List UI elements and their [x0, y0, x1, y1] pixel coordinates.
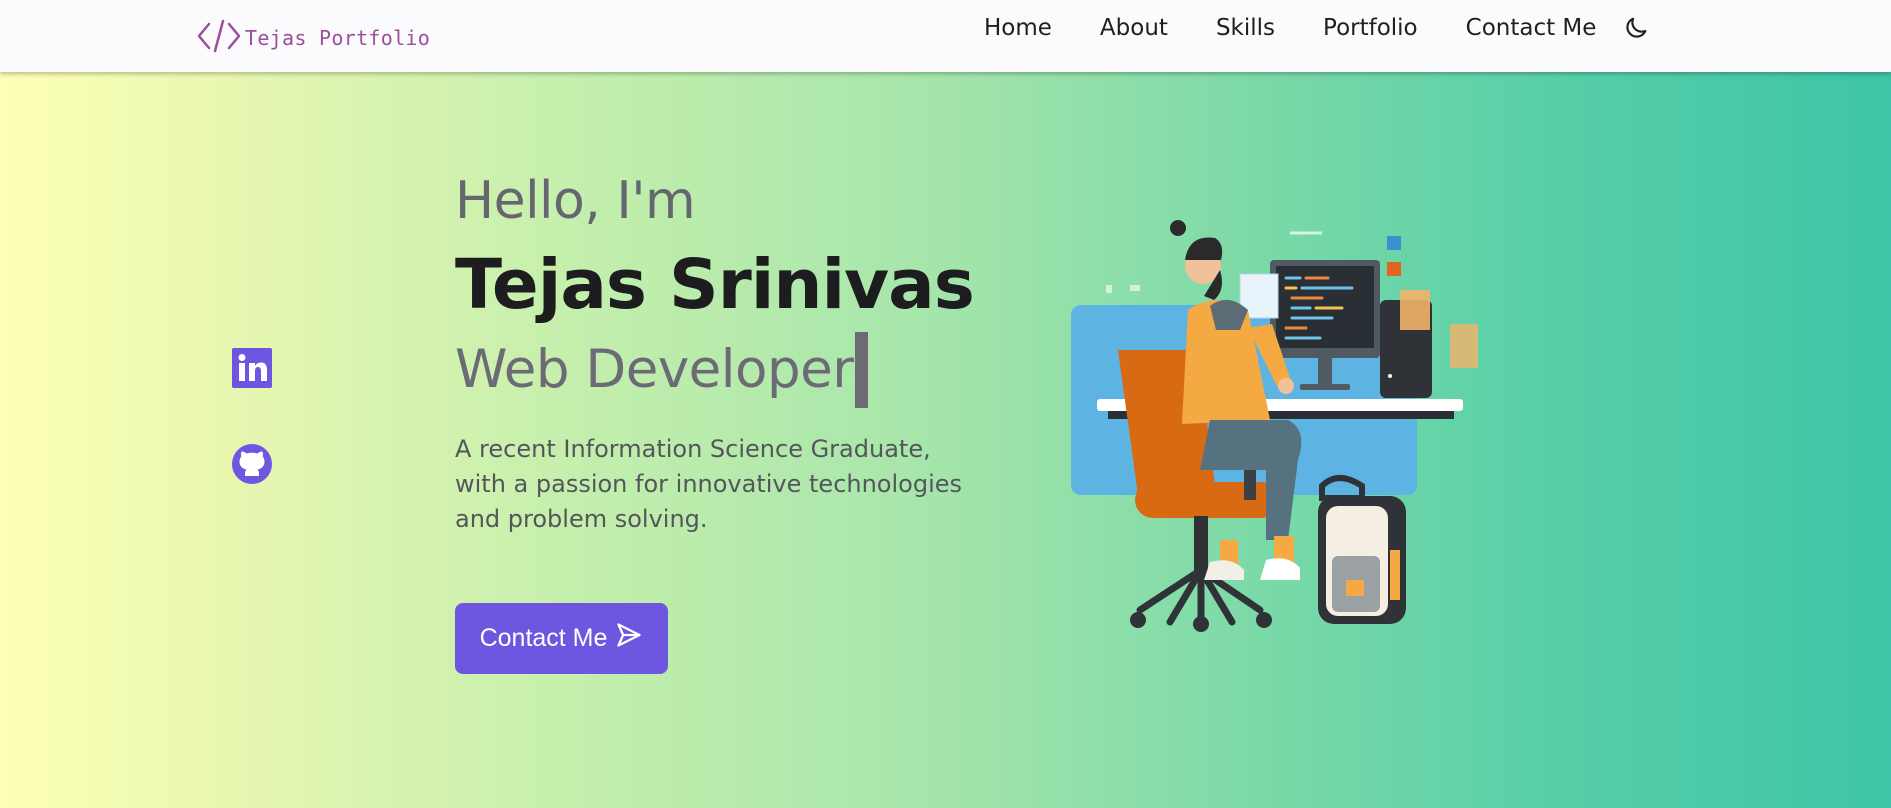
- nav-portfolio[interactable]: Portfolio: [1323, 15, 1418, 41]
- hero-name: Tejas Srinivas: [455, 245, 975, 325]
- nav-about[interactable]: About: [1100, 15, 1168, 41]
- send-icon: [615, 621, 643, 656]
- hero: Hello, I'm Tejas Srinivas Web Developer …: [455, 168, 1015, 674]
- moon-icon[interactable]: [1622, 14, 1650, 42]
- hero-bio: A recent Information Science Graduate, w…: [455, 435, 963, 533]
- brand-logo[interactable]: Tejas Portfolio: [197, 18, 430, 58]
- github-icon[interactable]: [231, 443, 273, 485]
- navbar: Tejas Portfolio Home About Skills Portfo…: [0, 0, 1891, 72]
- typing-caret: [855, 332, 869, 408]
- nav-links: Home About Skills Portfolio Contact Me: [984, 14, 1650, 42]
- linkedin-icon[interactable]: [231, 347, 273, 389]
- developer-at-desk-illustration: [1060, 210, 1480, 640]
- code-brackets-icon: [197, 16, 241, 60]
- brand-name: Tejas Portfolio: [245, 26, 431, 50]
- hero-role-line: Web Developer: [455, 330, 1015, 410]
- contact-me-label: Contact Me: [479, 624, 608, 652]
- nav-contact-me[interactable]: Contact Me: [1466, 15, 1597, 41]
- social-links: [231, 347, 273, 539]
- hero-greeting: Hello, I'm: [455, 171, 696, 231]
- nav-home[interactable]: Home: [984, 15, 1052, 41]
- hero-role: Web Developer: [455, 339, 854, 400]
- contact-me-button[interactable]: Contact Me: [455, 603, 668, 674]
- nav-skills[interactable]: Skills: [1216, 15, 1275, 41]
